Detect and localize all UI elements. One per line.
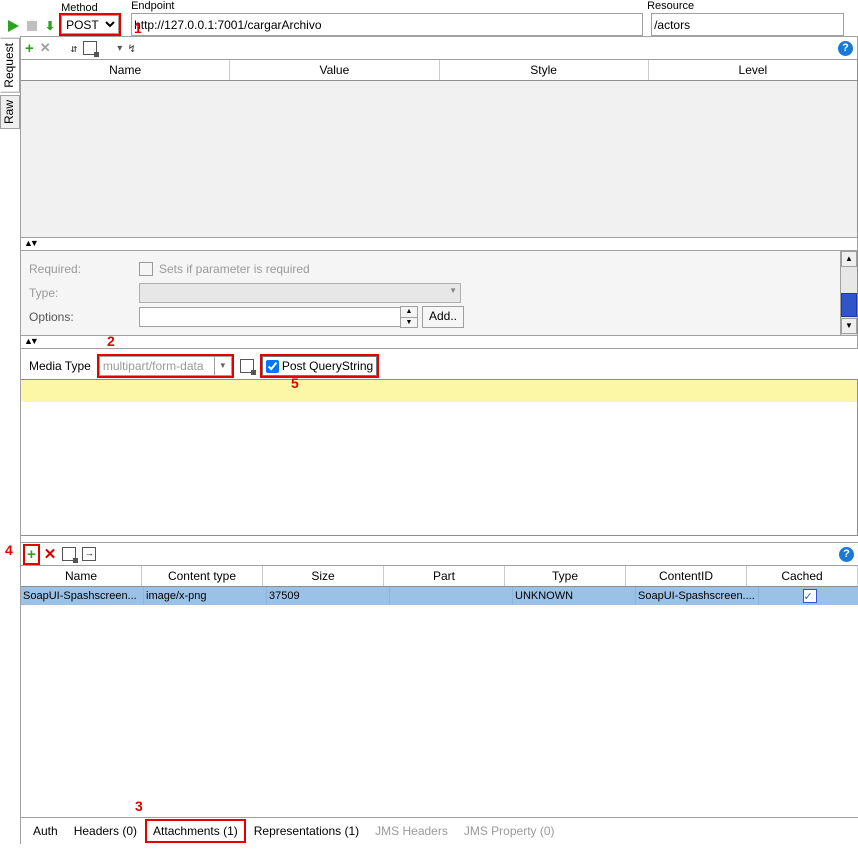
resource-input[interactable]: [651, 13, 844, 36]
export-attachment-icon[interactable]: →: [82, 547, 96, 561]
request-top-bar: ⬇ Method POST 1 Endpoint Resource: [0, 0, 858, 36]
editor-highlight: [21, 380, 857, 402]
callout-2: 2: [107, 333, 115, 349]
params-toolbar: + ✕ ⇵ ▾ ↯ ?: [21, 36, 858, 60]
attachment-row[interactable]: SoapUI-Spashscreen... image/x-png 37509 …: [21, 587, 858, 605]
post-querystring-checkbox[interactable]: [266, 360, 279, 373]
detail-scrollbar[interactable]: ▲ ▼: [840, 251, 857, 335]
tab-attachments[interactable]: Attachments (1): [147, 821, 244, 841]
att-size: 37509: [267, 587, 390, 605]
options-input[interactable]: [139, 307, 401, 327]
options-label: Options:: [29, 310, 139, 324]
post-querystring-wrap[interactable]: Post QueryString: [262, 356, 377, 376]
tab-jms-property[interactable]: JMS Property (0): [458, 821, 561, 841]
media-type-label: Media Type: [29, 359, 91, 373]
tab-request[interactable]: Request: [0, 38, 20, 93]
scroll-thumb[interactable]: [841, 293, 857, 317]
resize-handle-2[interactable]: ▲▼: [21, 335, 858, 349]
method-label: Method: [61, 2, 119, 14]
resource-label: Resource: [647, 0, 844, 12]
sync-icon[interactable]: ↯: [128, 42, 135, 55]
col-value[interactable]: Value: [230, 60, 439, 80]
request-body-editor[interactable]: [21, 379, 858, 536]
att-type: UNKNOWN: [513, 587, 636, 605]
required-label: Required:: [29, 262, 139, 276]
remove-param-icon[interactable]: ✕: [40, 40, 51, 56]
toggle-icon[interactable]: ⬇: [45, 19, 55, 33]
col-att-cached[interactable]: Cached: [747, 566, 858, 586]
attachments-body[interactable]: [21, 605, 858, 813]
col-att-size[interactable]: Size: [263, 566, 384, 586]
type-label: Type:: [29, 286, 139, 300]
param-detail: Required: Sets if parameter is required …: [21, 251, 858, 335]
endpoint-label: Endpoint: [131, 0, 643, 12]
scroll-down-icon[interactable]: ▼: [841, 318, 857, 334]
tab-auth[interactable]: Auth: [27, 821, 64, 841]
required-hint: Sets if parameter is required: [159, 262, 310, 276]
resize-handle[interactable]: ▲▼: [21, 237, 858, 251]
att-part: [390, 587, 513, 605]
type-select[interactable]: [139, 283, 461, 303]
cached-checkbox[interactable]: [803, 589, 817, 603]
callout-1: 1: [134, 20, 142, 36]
post-querystring-label: Post QueryString: [282, 359, 373, 373]
media-type-row: Media Type multipart/form-data 2 Post Qu…: [21, 349, 858, 379]
col-style[interactable]: Style: [440, 60, 649, 80]
add-param-icon[interactable]: +: [25, 40, 34, 57]
attachments-toolbar: + ✕ → ?: [21, 542, 858, 566]
attachments-header: Name Content type Size Part Type Content…: [21, 566, 858, 587]
col-att-cid[interactable]: ContentID: [626, 566, 747, 586]
att-name: SoapUI-Spashscreen...: [21, 587, 144, 605]
params-header: Name Value Style Level: [21, 60, 858, 81]
run-icon[interactable]: [8, 20, 19, 32]
media-type-select[interactable]: multipart/form-data: [99, 356, 232, 376]
required-checkbox[interactable]: [139, 262, 153, 276]
att-cid: SoapUI-Spashscreen....: [636, 587, 759, 605]
tab-jms-headers[interactable]: JMS Headers: [369, 821, 454, 841]
reorder-icon[interactable]: ⇵: [71, 42, 78, 55]
add-option-button[interactable]: Add..: [422, 306, 464, 328]
tab-representations[interactable]: Representations (1): [248, 821, 365, 841]
col-att-part[interactable]: Part: [384, 566, 505, 586]
col-name[interactable]: Name: [21, 60, 230, 80]
help-icon[interactable]: ?: [839, 547, 854, 562]
endpoint-input[interactable]: [131, 13, 643, 36]
att-cached[interactable]: [759, 587, 858, 605]
expand-params-icon[interactable]: [83, 41, 97, 55]
tab-headers[interactable]: Headers (0): [68, 821, 143, 841]
params-body[interactable]: [21, 81, 858, 237]
callout-5: 5: [291, 375, 299, 391]
options-stepper[interactable]: ▲▼: [400, 306, 418, 328]
col-att-type[interactable]: Type: [505, 566, 626, 586]
col-att-name[interactable]: Name: [21, 566, 142, 586]
col-att-ct[interactable]: Content type: [142, 566, 263, 586]
method-select[interactable]: POST: [61, 15, 119, 34]
stop-icon[interactable]: [27, 21, 37, 31]
col-level[interactable]: Level: [649, 60, 857, 80]
chevron-down-icon[interactable]: ▾: [117, 43, 122, 54]
bottom-tabs: Auth Headers (0) Attachments (1) Represe…: [21, 817, 858, 844]
expand-body-icon[interactable]: [240, 359, 254, 373]
side-tabs: Request Raw: [0, 36, 20, 844]
remove-attachment-icon[interactable]: ✕: [44, 545, 57, 563]
help-icon[interactable]: ?: [838, 41, 853, 56]
expand-attachment-icon[interactable]: [62, 547, 76, 561]
tab-raw[interactable]: Raw: [0, 95, 20, 129]
callout-3: 3: [135, 798, 143, 814]
scroll-up-icon[interactable]: ▲: [841, 251, 857, 267]
add-attachment-icon[interactable]: +: [25, 546, 38, 563]
att-ct: image/x-png: [144, 587, 267, 605]
